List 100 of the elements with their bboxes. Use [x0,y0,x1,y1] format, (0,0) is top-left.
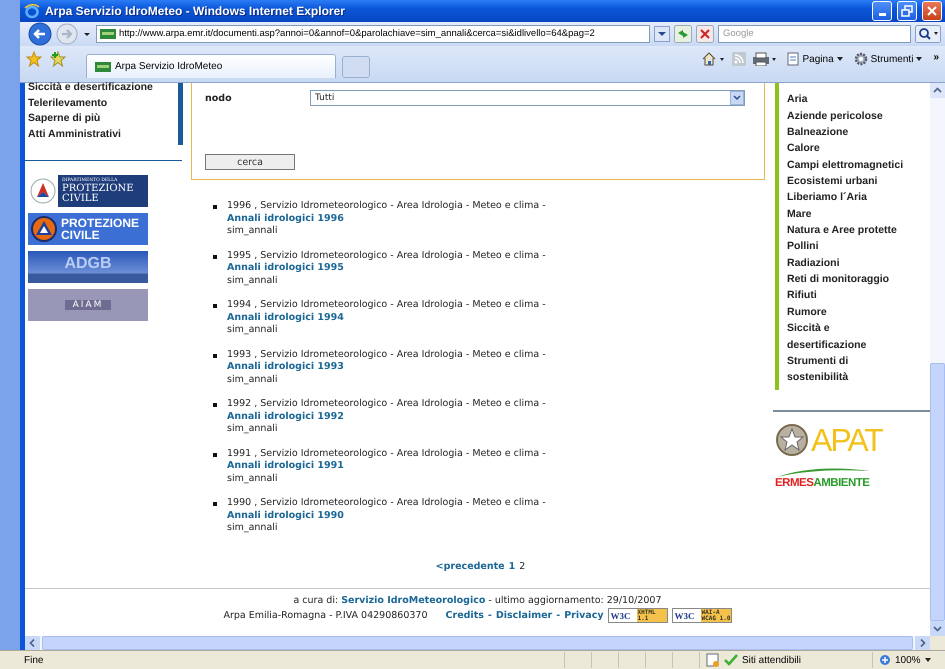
menu-link[interactable]: Aria [787,91,808,108]
result-link[interactable]: Annali idrologici 1996 [227,212,344,226]
back-button[interactable] [28,22,52,46]
search-field[interactable]: Google [718,24,911,43]
menu-button[interactable]: Strumenti [852,52,926,66]
menu-link[interactable]: Siccità e desertificazione [28,80,178,96]
result-keyword: sim_annali [227,225,278,238]
home-icon[interactable] [702,52,726,66]
emblem-icon [30,178,56,204]
add-favorite-icon[interactable] [50,51,66,68]
result-link[interactable]: Annali idrologici 1994 [227,312,344,324]
banner-text: CIVILE [62,194,100,204]
result-link[interactable]: Annali idrologici 1992 [227,410,344,424]
minimize-button[interactable] [872,0,892,21]
footer-link[interactable]: Privacy [564,608,604,623]
result-keyword: sim_annali [227,522,278,535]
scroll-thumb[interactable] [930,363,945,622]
stop-icon[interactable] [696,24,714,43]
result-keyword: sim_annali [227,472,278,486]
result-description: 1995 , Servizio Idrometeorologico - Area Idrologia - Meteo e clima - [227,250,546,262]
banner[interactable]: AIAM [28,289,148,322]
bullet-icon [213,354,217,358]
close-button[interactable] [922,0,942,21]
banner-text: PROTEZIONE [61,217,140,230]
node-select[interactable]: Tutti [310,90,745,106]
result-link[interactable]: Annali idrologici 1993 [227,361,344,374]
caret-icon [916,56,924,62]
result-link[interactable]: Annali idrologici 1995 [227,262,344,275]
menu-link[interactable]: Liberiamo l´Aria [787,189,867,206]
menu-link[interactable]: Saperne di più [28,111,178,127]
maximize-button[interactable] [897,0,917,21]
bullet-icon [213,205,217,210]
menu-link[interactable]: Rumore [787,304,827,320]
lock-icon [706,653,720,668]
zoom-icon [879,654,891,666]
site-icon [95,62,111,72]
previous-link[interactable]: <precedente [436,560,505,572]
menu-link[interactable]: Atti Amministrativi [28,126,178,142]
menu-link[interactable]: Reti di monitoraggio [787,271,890,288]
result-link[interactable]: Annali idrologici 1991 [227,460,344,473]
result-keyword: sim_annali [227,274,278,288]
footer-text: a cura di: Servizio IdroMeteorologico - ultimo aggiornamento: 29/10/2007 [293,594,662,608]
menu-link[interactable]: Calore [787,140,820,157]
curator-link[interactable]: Servizio IdroMeteorologico [341,595,486,606]
scroll-thumb[interactable] [42,636,913,650]
menu-link[interactable]: Telerilevamento [28,96,178,112]
gear-icon [854,52,868,66]
banner-text: PROTEZIONE [62,184,134,194]
banner[interactable]: PROTEZIONE CIVILE [28,213,148,246]
footer-link[interactable]: Disclaimer [496,608,552,623]
menu-button[interactable]: Pagina [784,52,846,66]
overflow-button[interactable]: » [931,52,941,64]
star-icon[interactable] [26,51,42,68]
menu-link[interactable]: Natura e Aree protette [787,222,897,238]
result-keyword: sim_annali [227,374,278,386]
refresh-icon[interactable] [674,24,692,43]
page-link[interactable]: 1 [508,560,516,572]
tab[interactable]: Arpa Servizio IdroMeteo [86,54,336,78]
search-button[interactable]: cerca [205,154,295,170]
result-keyword: sim_annali [227,423,278,436]
menu-link[interactable]: Campi elettromagnetici [787,156,904,174]
dropdown-button[interactable] [654,26,670,42]
result-description: 1996 , Servizio Idrometeorologico - Area Idrologia - Meteo e clima - [227,200,546,213]
menu-link[interactable]: Aziende pericolose [787,108,883,124]
result-link[interactable]: Annali idrologici 1990 [227,510,344,522]
bullet-icon [213,452,217,457]
minimize-icon [878,12,886,16]
caret-icon[interactable] [924,657,932,664]
banner-text: ADGB [64,255,112,274]
menu-link[interactable]: Mare [787,206,812,222]
result-description: 1992 , Servizio Idrometeorologico - Area Idrologia - Meteo e clima - [227,398,546,411]
banner-text: CIVILE [61,229,101,242]
menu-link[interactable]: Strumenti di sostenibilità [787,352,909,386]
menu-link[interactable]: Radiazioni [787,254,840,272]
scroll-left-button[interactable] [25,636,40,650]
print-icon[interactable] [752,52,778,66]
browser-icon [24,2,40,19]
separator-text: - [488,608,492,623]
menu-link[interactable]: Pollini [787,238,818,255]
status-text: Fine [23,654,44,666]
menu-link[interactable]: Rifiuti [787,287,817,304]
page-icon [786,52,800,66]
scroll-right-button[interactable] [915,636,930,650]
bullet-icon [213,254,217,259]
scroll-up-button[interactable] [930,83,945,98]
bullet-icon [213,403,217,408]
zone-text: Siti attendibili [742,654,801,666]
menu-link[interactable]: Balneazione [787,124,848,140]
search-button[interactable] [915,24,941,43]
result-keyword: sim_annali [227,324,278,337]
caret-icon [836,56,844,62]
emblem-icon [775,422,809,458]
menu-link[interactable]: Ecosistemi urbani [787,173,878,190]
footer-link[interactable]: Credits [446,608,484,623]
menu-link[interactable]: Siccità e desertificazione [787,320,909,353]
zoom-level: 100% [895,654,921,666]
scroll-down-button[interactable] [930,621,945,636]
result-description: 1990 , Servizio Idrometeorologico - Area Idrologia - Meteo e clima - [227,497,546,510]
ermes-logo[interactable]: ERMESAMBIENTE [775,466,872,490]
address-field[interactable]: http://www.arpa.emr.it/documenti.asp?annoi=0&annof=0&parolachiave=sim_annali&cerca=si&idlivello=64&pag=2 [96,24,650,43]
